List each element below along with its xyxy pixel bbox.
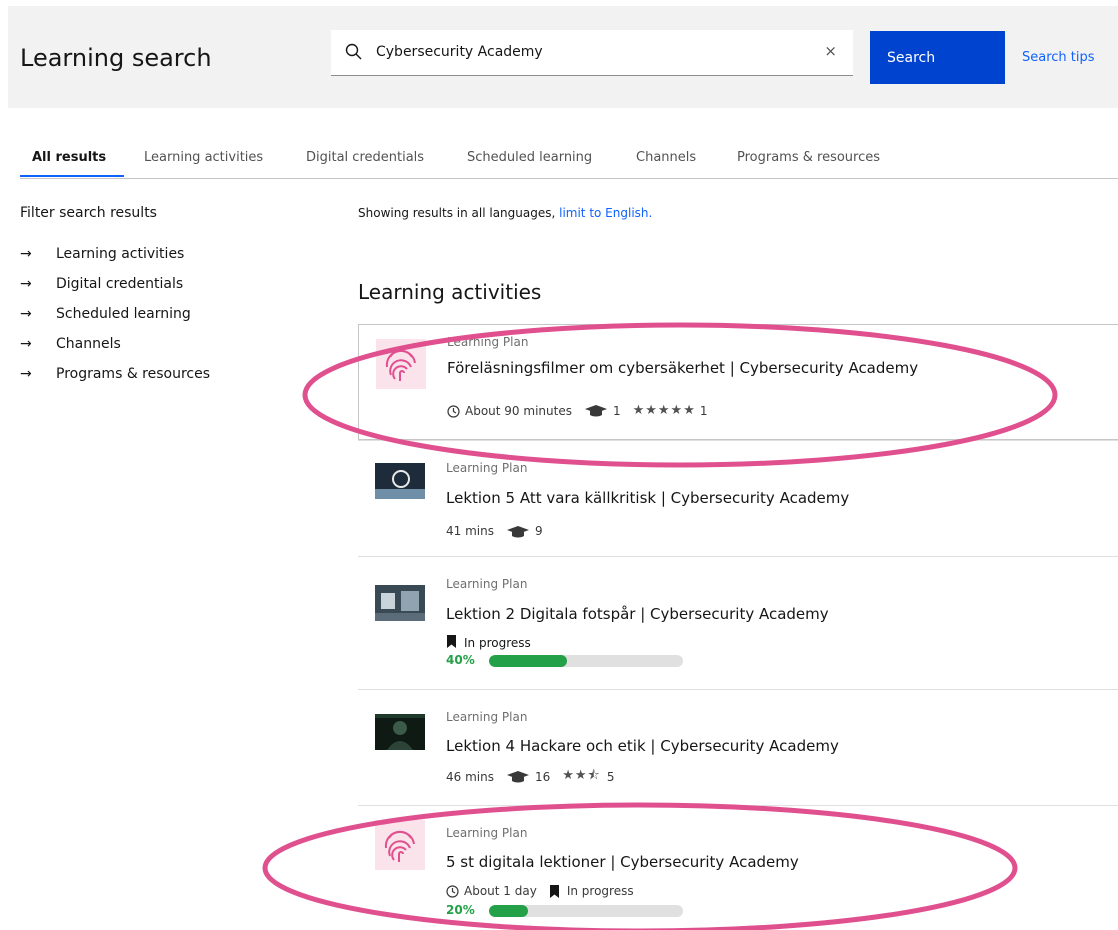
result-type: Learning Plan [446, 710, 528, 724]
result-card[interactable]: Learning Plan Lektion 2 Digitala fotspår… [358, 556, 1118, 689]
arrow-right-icon: → [20, 246, 32, 262]
result-meta: 41 mins 9 [446, 524, 543, 539]
result-card[interactable]: Learning Plan 5 st digitala lektioner | … [358, 805, 1118, 930]
star-rating: ★★★★★ [632, 403, 696, 418]
enrolled-count: 9 [534, 524, 543, 539]
arrow-right-icon: → [20, 306, 32, 322]
video-thumbnail [375, 463, 425, 499]
search-tips-link[interactable]: Search tips [1022, 50, 1095, 65]
enrolled-count: 1 [612, 403, 621, 418]
result-type: Learning Plan [446, 577, 528, 591]
video-thumbnail [375, 714, 425, 750]
filter-programs-resources[interactable]: → Programs & resources [20, 366, 210, 382]
result-card[interactable]: Learning Plan Lektion 4 Hackare och etik… [358, 689, 1118, 805]
result-title[interactable]: Föreläsningsfilmer om cybersäkerhet | Cy… [447, 359, 918, 377]
fingerprint-icon [376, 339, 426, 389]
clear-search-button[interactable]: × [824, 42, 837, 60]
search-icon [345, 43, 362, 64]
result-type: Learning Plan [447, 335, 529, 349]
result-meta: About 90 minutes 1 ★★★★★ 1 [447, 403, 708, 418]
rating-count: 5 [606, 770, 615, 784]
search-button[interactable]: Search [870, 31, 1005, 84]
result-card[interactable]: Learning Plan Lektion 5 Att vara källkri… [358, 440, 1118, 556]
filter-digital-credentials[interactable]: → Digital credentials [20, 276, 183, 292]
tab-digital-credentials[interactable]: Digital credentials [306, 150, 424, 165]
progress-percent: 40% [446, 653, 475, 667]
arrow-right-icon: → [20, 276, 32, 292]
limit-to-english-link[interactable]: limit to English. [559, 206, 652, 220]
progress-bar [489, 655, 683, 667]
tab-all-results[interactable]: All results [32, 150, 106, 165]
progress-bar [489, 905, 683, 917]
filter-learning-activities[interactable]: → Learning activities [20, 246, 184, 262]
arrow-right-icon: → [20, 366, 32, 382]
result-title[interactable]: 5 st digitala lektioner | Cybersecurity … [446, 853, 799, 871]
tab-scheduled-learning[interactable]: Scheduled learning [467, 150, 592, 165]
enrolled-icon [506, 770, 530, 785]
progress-status: In progress [446, 635, 531, 651]
progress-percent: 20% [446, 903, 475, 917]
filter-scheduled-learning[interactable]: → Scheduled learning [20, 306, 191, 322]
search-header: Learning search × Search Search tips [8, 6, 1118, 108]
tab-programs-resources[interactable]: Programs & resources [737, 150, 880, 165]
active-tab-indicator [20, 175, 124, 177]
search-box[interactable]: × [331, 30, 853, 76]
results-language-note: Showing results in all languages, limit … [358, 206, 653, 220]
result-title[interactable]: Lektion 5 Att vara källkritisk | Cyberse… [446, 489, 849, 507]
clock-icon [447, 404, 460, 418]
progress-status: In progress [566, 884, 634, 898]
bookmark-icon [549, 884, 560, 898]
fingerprint-icon [375, 820, 425, 870]
results-tabs: All results Learning activities Digital … [20, 140, 1118, 179]
search-input[interactable] [376, 30, 796, 74]
result-title[interactable]: Lektion 2 Digitala fotspår | Cybersecuri… [446, 605, 829, 623]
result-duration: About 90 minutes [465, 403, 572, 418]
filter-title: Filter search results [20, 205, 157, 221]
clock-icon [446, 884, 459, 898]
result-type: Learning Plan [446, 461, 528, 475]
filter-channels[interactable]: → Channels [20, 336, 121, 352]
result-card[interactable]: Learning Plan Föreläsningsfilmer om cybe… [358, 324, 1118, 440]
result-title[interactable]: Lektion 4 Hackare och etik | Cybersecuri… [446, 737, 839, 755]
enrolled-icon [584, 403, 608, 418]
tab-channels[interactable]: Channels [636, 150, 696, 165]
arrow-right-icon: → [20, 336, 32, 352]
section-title: Learning activities [358, 280, 542, 304]
result-type: Learning Plan [446, 826, 528, 840]
enrolled-count: 16 [534, 770, 551, 784]
video-thumbnail [375, 585, 425, 621]
result-duration: 41 mins [446, 524, 494, 539]
result-duration: About 1 day [464, 884, 537, 898]
page-title: Learning search [20, 44, 212, 72]
enrolled-icon [506, 524, 530, 539]
rating-count: 1 [699, 403, 708, 418]
tab-learning-activities[interactable]: Learning activities [144, 150, 263, 165]
result-duration: 46 mins [446, 770, 494, 784]
bookmark-icon [446, 635, 457, 651]
result-meta: About 1 day In progress [446, 884, 634, 898]
result-meta: 46 mins 16 ★★⯪ 5 [446, 766, 615, 788]
star-rating: ★★⯪ [562, 768, 601, 783]
